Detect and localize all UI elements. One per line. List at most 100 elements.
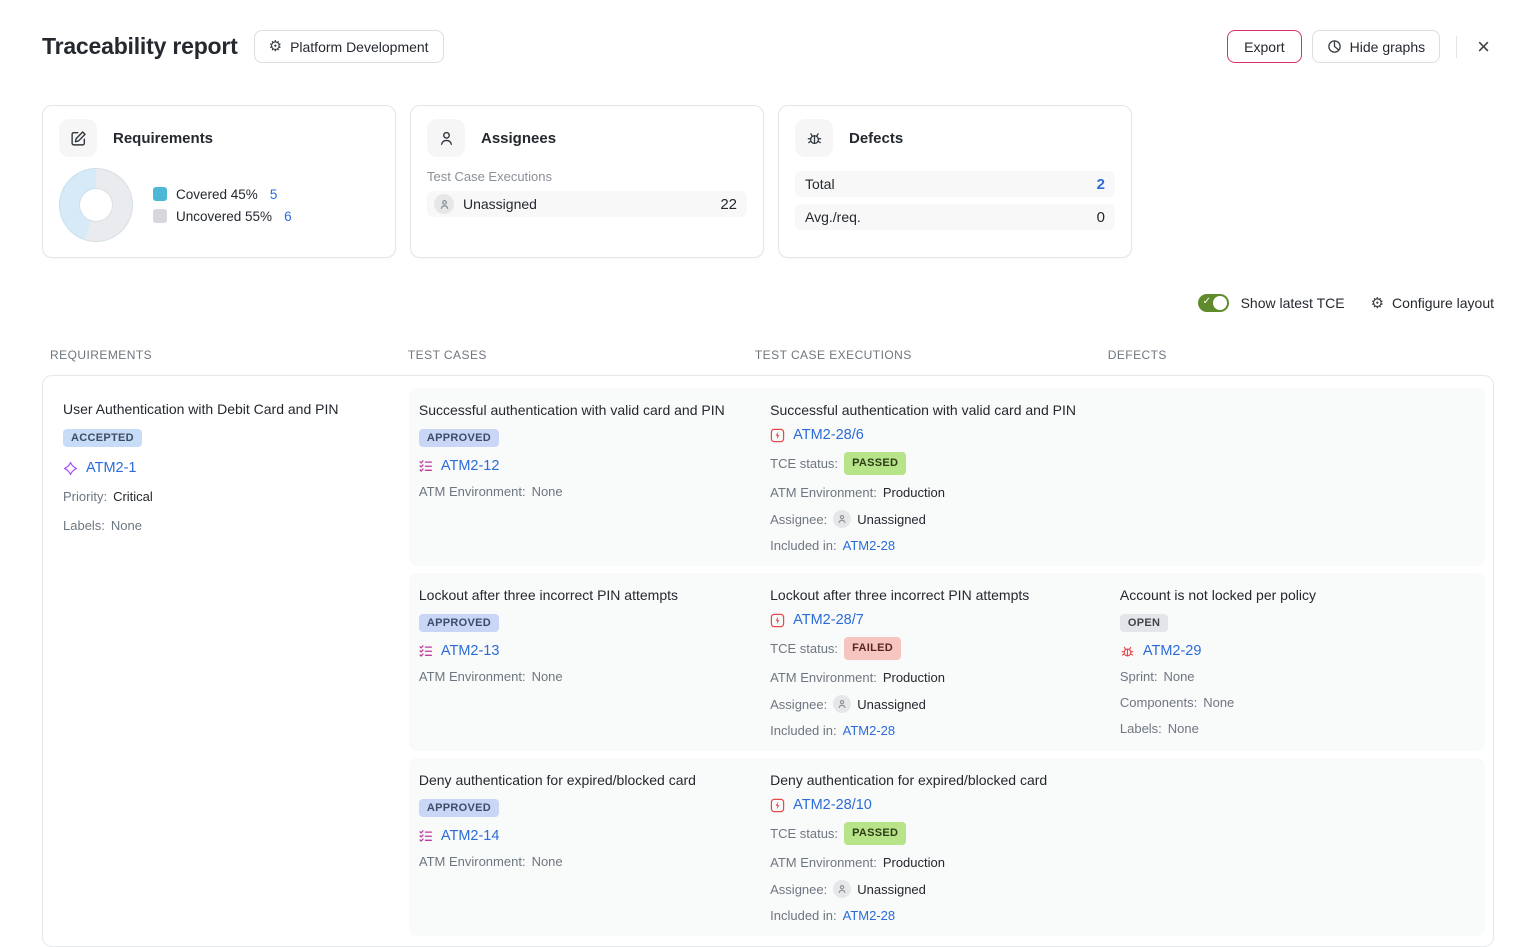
checklist-icon <box>419 644 433 658</box>
status-badge: OPEN <box>1120 614 1168 632</box>
included-in-link[interactable]: ATM2-28 <box>843 537 896 554</box>
atm-env-value: None <box>532 668 563 685</box>
requirements-card-header: Requirements <box>59 119 379 157</box>
defect-cell: Account is not locked per policy OPEN AT… <box>1102 584 1485 739</box>
table-header-row: REQUIREMENTS TEST CASES TEST CASE EXECUT… <box>42 348 1494 362</box>
tce-key-row: ATM2-28/7 <box>770 612 1088 628</box>
tce-env-line: ATM Environment: Production <box>770 669 1088 686</box>
assignee-label: Assignee: <box>770 511 827 528</box>
person-icon <box>427 119 465 157</box>
defect-title: Account is not locked per policy <box>1120 586 1471 605</box>
requirement-key-row: ATM2-1 <box>63 460 389 476</box>
test-case-title: Successful authentication with valid car… <box>419 401 738 420</box>
test-case-title: Deny authentication for expired/blocked … <box>419 771 738 790</box>
defect-cell-empty <box>1102 399 1485 554</box>
unassigned-row[interactable]: Unassigned 22 <box>427 191 747 217</box>
covered-label: Covered 45% <box>176 187 258 202</box>
export-label: Export <box>1244 39 1284 55</box>
test-case-env: ATM Environment: None <box>419 668 738 685</box>
gear-icon: ⚙ <box>1371 296 1384 311</box>
requirement-labels: Labels: None <box>63 517 389 534</box>
atm-env-label: ATM Environment: <box>770 669 877 686</box>
project-selector-button[interactable]: ⚙ Platform Development <box>254 30 444 63</box>
avatar <box>833 695 851 713</box>
defect-components: Components: None <box>1120 694 1471 711</box>
atm-env-label: ATM Environment: <box>419 668 526 685</box>
legend-covered: Covered 45% 5 <box>153 187 292 202</box>
atm-env-value: Production <box>883 854 945 871</box>
traceability-table: User Authentication with Debit Card and … <box>42 375 1494 947</box>
tce-key-link[interactable]: ATM2-28/6 <box>793 427 864 443</box>
requirement-key-link[interactable]: ATM2-1 <box>86 460 137 476</box>
bug-icon <box>1120 644 1135 659</box>
table-row: Successful authentication with valid car… <box>409 388 1485 566</box>
table-row: Deny authentication for expired/blocked … <box>409 758 1485 936</box>
export-button[interactable]: Export <box>1227 30 1301 63</box>
assignees-card: Assignees Test Case Executions Unassigne… <box>410 105 764 258</box>
sprint-value: None <box>1163 668 1194 685</box>
show-latest-tce-toggle[interactable]: ✓ <box>1198 294 1229 312</box>
components-value: None <box>1203 694 1234 711</box>
uncovered-count-link[interactable]: 6 <box>284 209 292 224</box>
avatar <box>434 194 454 214</box>
status-badge: APPROVED <box>419 799 499 817</box>
included-in-link[interactable]: ATM2-28 <box>843 722 896 739</box>
column-header-tce: TEST CASE EXECUTIONS <box>755 348 1108 362</box>
tce-status-line: TCE status: FAILED <box>770 637 1088 660</box>
bug-icon <box>795 119 833 157</box>
coverage-donut-chart <box>59 168 133 242</box>
checklist-icon <box>419 459 433 473</box>
defect-cell-empty <box>1102 769 1485 924</box>
test-case-key-link[interactable]: ATM2-14 <box>441 828 500 844</box>
configure-layout-label: Configure layout <box>1392 295 1494 311</box>
labels-value: None <box>111 517 142 534</box>
atm-env-label: ATM Environment: <box>419 483 526 500</box>
defects-rows: Total 2 Avg./req. 0 <box>795 171 1115 230</box>
atm-env-label: ATM Environment: <box>770 484 877 501</box>
tce-title: Deny authentication for expired/blocked … <box>770 771 1088 790</box>
included-in-label: Included in: <box>770 722 837 739</box>
assignees-card-header: Assignees <box>427 119 747 157</box>
status-badge: ACCEPTED <box>63 429 142 447</box>
atm-env-value: None <box>532 483 563 500</box>
assignee-value: Unassigned <box>857 696 926 713</box>
defects-avg-value: 0 <box>1097 209 1105 226</box>
gear-icon: ⚙ <box>269 39 282 54</box>
configure-layout-button[interactable]: ⚙ Configure layout <box>1371 295 1494 311</box>
tce-assignee-line: Assignee: Unassigned <box>770 880 1088 898</box>
bolt-icon <box>770 613 785 628</box>
defects-total-value[interactable]: 2 <box>1097 176 1105 193</box>
avatar <box>833 510 851 528</box>
uncovered-swatch <box>153 209 167 223</box>
assignees-card-title: Assignees <box>481 130 556 147</box>
close-icon[interactable]: × <box>1473 32 1494 62</box>
covered-count-link[interactable]: 5 <box>270 187 278 202</box>
column-header-test-cases: TEST CASES <box>408 348 755 362</box>
test-case-env: ATM Environment: None <box>419 483 738 500</box>
test-case-key-link[interactable]: ATM2-12 <box>441 458 500 474</box>
included-in-label: Included in: <box>770 907 837 924</box>
defect-key-link[interactable]: ATM2-29 <box>1143 643 1202 659</box>
assignee-label: Assignee: <box>770 696 827 713</box>
table-row: Lockout after three incorrect PIN attemp… <box>409 573 1485 751</box>
test-case-cell: Successful authentication with valid car… <box>409 399 752 554</box>
tce-key-row: ATM2-28/6 <box>770 427 1088 443</box>
tce-key-link[interactable]: ATM2-28/7 <box>793 612 864 628</box>
vertical-divider <box>1456 36 1457 58</box>
tce-cell: Successful authentication with valid car… <box>752 399 1102 554</box>
coverage-legend: Covered 45% 5 Uncovered 55% 6 <box>153 180 292 231</box>
tce-key-link[interactable]: ATM2-28/10 <box>793 797 872 813</box>
project-name: Platform Development <box>290 39 429 55</box>
labels-label: Labels: <box>1120 720 1162 737</box>
tce-included-line: Included in: ATM2-28 <box>770 537 1088 554</box>
included-in-link[interactable]: ATM2-28 <box>843 907 896 924</box>
labels-label: Labels: <box>63 517 105 534</box>
edit-icon <box>59 119 97 157</box>
requirements-card-title: Requirements <box>113 130 213 147</box>
uncovered-label: Uncovered 55% <box>176 209 272 224</box>
toggle-knob <box>1213 296 1227 310</box>
defects-avg-row: Avg./req. 0 <box>795 204 1115 230</box>
test-case-key-link[interactable]: ATM2-13 <box>441 643 500 659</box>
hide-graphs-button[interactable]: Hide graphs <box>1312 30 1441 63</box>
tce-key-row: ATM2-28/10 <box>770 797 1088 813</box>
